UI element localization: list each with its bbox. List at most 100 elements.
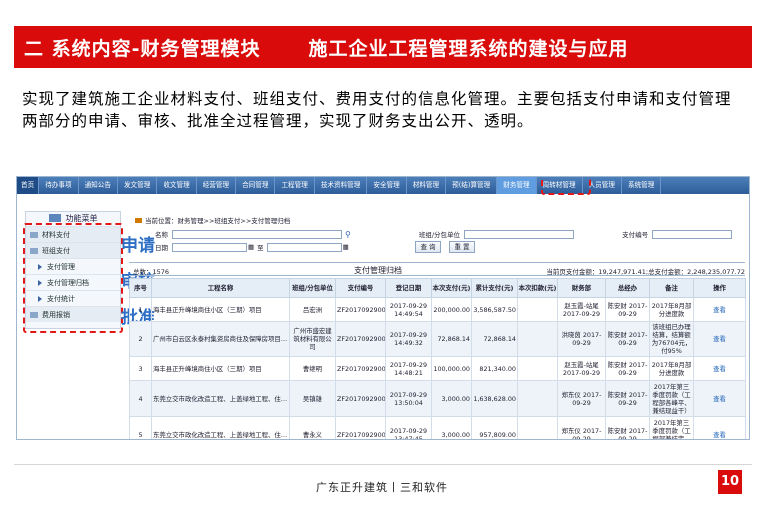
menu-item-8[interactable]: 技术资料管理 xyxy=(315,177,368,194)
pay-no-input[interactable] xyxy=(652,229,733,239)
table-cell: 赵玉霞-站尾 2017-09-29 xyxy=(557,356,606,381)
menu-item-2[interactable]: 通知公告 xyxy=(79,177,118,194)
reset-button[interactable]: 重 置 xyxy=(449,241,475,253)
table-cell: 4 xyxy=(129,380,152,417)
menu-item-10[interactable]: 材料管理 xyxy=(407,177,447,194)
app-screenshot: 首页 待办事项 通知公告 发文管理 收文管理 经营管理 合同管理 工程管理 技术资料管理 安全管理… xyxy=(16,176,750,440)
table-title: 支付管理归档 xyxy=(354,266,402,275)
table-row[interactable]: 5 东莞立交市政化改造工程、上盖绿地工程、住… 曹永义 ZF20170929002 20… xyxy=(129,416,746,439)
table-cell: 陈安财 2017-09-29 xyxy=(605,321,650,357)
view-link[interactable]: 查看 xyxy=(693,321,746,357)
view-link[interactable]: 查看 xyxy=(693,416,746,439)
start-date-input[interactable] xyxy=(172,242,247,252)
table-cell: 郑东仪 2017-09-29 xyxy=(557,380,606,417)
table-cell: 957,809.00 xyxy=(471,416,518,439)
table-row[interactable]: 4 东莞立交市政化改造工程、上盖绿地工程、住… 吴镇雄 ZF20170929003 20… xyxy=(129,380,746,417)
menu-item-9[interactable]: 安全管理 xyxy=(367,177,407,194)
menu-item-0[interactable]: 首页 xyxy=(17,177,40,194)
menu-item-7[interactable]: 工程管理 xyxy=(275,177,315,194)
column-header-11[interactable]: 操作 xyxy=(693,278,746,298)
table-cell: 100,000.00 xyxy=(431,356,472,381)
table-cell: 吴镇雄 xyxy=(289,380,336,417)
table-cell: 2017-09-29 14:49:54 xyxy=(385,297,432,322)
column-header-4[interactable]: 登记日期 xyxy=(385,278,432,298)
table-cell: 1,638,628.00 xyxy=(471,380,518,417)
table-cell: ZF20170929004 xyxy=(335,356,386,381)
column-header-1[interactable]: 工程名称 xyxy=(151,278,290,298)
column-header-5[interactable]: 本次支付(元) xyxy=(431,278,472,298)
table-cell xyxy=(517,321,558,357)
table-cell: 3,586,587.50 xyxy=(471,297,518,322)
column-header-0[interactable]: 序号 xyxy=(129,278,152,298)
summary-bar: 总数：1576 支付管理归档 当前页支付金额：19,247,971.41;总支付… xyxy=(129,262,745,276)
table-cell: 海丰县正升峰境商住小区（三期）项目 xyxy=(151,297,290,322)
query-button[interactable]: 查 询 xyxy=(415,241,441,253)
table-cell: 2017年8月部分进度款 xyxy=(649,356,694,381)
table-cell: 东莞立交市政化改造工程、上盖绿地工程、住… xyxy=(151,416,290,439)
table-cell: 2017年第三季度罚款（工程部各峰平、兼结现益干） xyxy=(649,380,694,417)
menu-item-1[interactable]: 待办事项 xyxy=(39,177,79,194)
table-cell: 东莞立交市政化改造工程、上盖绿地工程、住… xyxy=(151,380,290,417)
table-cell: 2017-09-29 14:49:32 xyxy=(385,321,432,357)
menu-item-6[interactable]: 合同管理 xyxy=(236,177,276,194)
table-row[interactable]: 3 海丰县正升峰境商住小区（三期）项目 曹继明 ZF20170929004 2017-0… xyxy=(129,356,746,381)
table-cell: ZF20170929002 xyxy=(335,416,386,439)
table-row[interactable]: 1 海丰县正升峰境商住小区（三期）项目 吕宏洲 ZF20170929005 2017-0… xyxy=(129,297,746,322)
column-header-3[interactable]: 支付编号 xyxy=(335,278,386,298)
column-header-2[interactable]: 班组/分包单位 xyxy=(289,278,336,298)
table-cell: ZF20170929006 xyxy=(335,321,386,357)
menu-item-15[interactable]: 系统管理 xyxy=(622,177,662,194)
breadcrumb: 当前位置：财务管理>>班组支付>>支付管理归档 xyxy=(135,215,290,225)
column-header-9[interactable]: 总经办 xyxy=(605,278,650,298)
table-cell xyxy=(517,297,558,322)
calendar-icon[interactable]: ▦ xyxy=(343,243,349,251)
intro-text: 实现了建筑施工企业材料支付、班组支付、费用支付的信息化管理。主要包括支付申请和支… xyxy=(22,90,732,130)
table-cell: ZF20170929005 xyxy=(335,297,386,322)
name-input[interactable] xyxy=(172,229,342,239)
slide-subtitle: 施工企业工程管理系统的建设与应用 xyxy=(308,37,629,60)
column-header-6[interactable]: 累计支付(元) xyxy=(471,278,518,298)
table-cell: 2017-09-29 13:47:45 xyxy=(385,416,432,439)
record-count: 总数：1576 xyxy=(133,268,170,276)
menu-item-5[interactable]: 经营管理 xyxy=(197,177,237,194)
end-date-input[interactable] xyxy=(266,242,342,252)
table-cell: 赵玉霞-站尾 2017-09-29 xyxy=(557,297,606,322)
table-cell: 200,000.00 xyxy=(431,297,472,322)
table-cell: 吕宏洲 xyxy=(289,297,336,322)
menu-item-12[interactable]: 财务管理 xyxy=(497,177,537,194)
table-cell: 广州市白云区永泰村集资房商住及保障房项目… xyxy=(151,321,290,357)
table-cell: 该班组已办理结算，结算额为76704元，付95% xyxy=(649,321,694,357)
table-cell: 曹永义 xyxy=(289,416,336,439)
table-cell: 2 xyxy=(129,321,152,357)
menu-item-3[interactable]: 发文管理 xyxy=(118,177,158,194)
search-icon[interactable]: ⚲ xyxy=(345,230,351,239)
table-cell: 2017-09-29 13:50:04 xyxy=(385,380,432,417)
table-cell: 广州市盛宏建筑材料有限公司 xyxy=(289,321,336,357)
menu-item-11[interactable]: 预(结)算管理 xyxy=(446,177,498,194)
sidebar-highlight xyxy=(23,223,123,333)
table-cell: 3 xyxy=(129,356,152,381)
column-header-7[interactable]: 本次扣款(元) xyxy=(517,278,558,298)
team-input[interactable] xyxy=(464,229,575,239)
table-cell: 821,340.00 xyxy=(471,356,518,381)
table-cell: 陈安财 2017-09-29 xyxy=(605,297,650,322)
view-link[interactable]: 查看 xyxy=(693,356,746,381)
table-cell: 郑东仪 2017-09-29 xyxy=(557,416,606,439)
view-link[interactable]: 查看 xyxy=(693,380,746,417)
table-row[interactable]: 2 广州市白云区永泰村集资房商住及保障房项目… 广州市盛宏建筑材料有限公司 ZF201… xyxy=(129,321,746,357)
menu-item-4[interactable]: 收文管理 xyxy=(157,177,197,194)
column-header-8[interactable]: 财务部 xyxy=(557,278,606,298)
view-link[interactable]: 查看 xyxy=(693,297,746,322)
menu-highlight xyxy=(541,177,591,195)
table-cell xyxy=(517,416,558,439)
table-header: 序号 工程名称 班组/分包单位 支付编号 登记日期 本次支付(元) 累计支付(元) 本次扣款(… xyxy=(129,278,746,298)
calendar-icon[interactable]: ▦ xyxy=(248,243,254,251)
table-cell: 洪晓茵 2017-09-29 xyxy=(557,321,606,357)
table-cell: 曹继明 xyxy=(289,356,336,381)
menu-icon xyxy=(48,214,61,222)
page-number: 10 xyxy=(718,470,742,494)
column-header-10[interactable]: 备注 xyxy=(649,278,694,298)
top-menu-bar: 首页 待办事项 通知公告 发文管理 收文管理 经营管理 合同管理 工程管理 技术资料管理 安全管理… xyxy=(17,177,749,194)
payment-table: 序号 工程名称 班组/分包单位 支付编号 登记日期 本次支付(元) 累计支付(元) 本次扣款(… xyxy=(129,278,746,439)
table-cell: 72,868.14 xyxy=(431,321,472,357)
